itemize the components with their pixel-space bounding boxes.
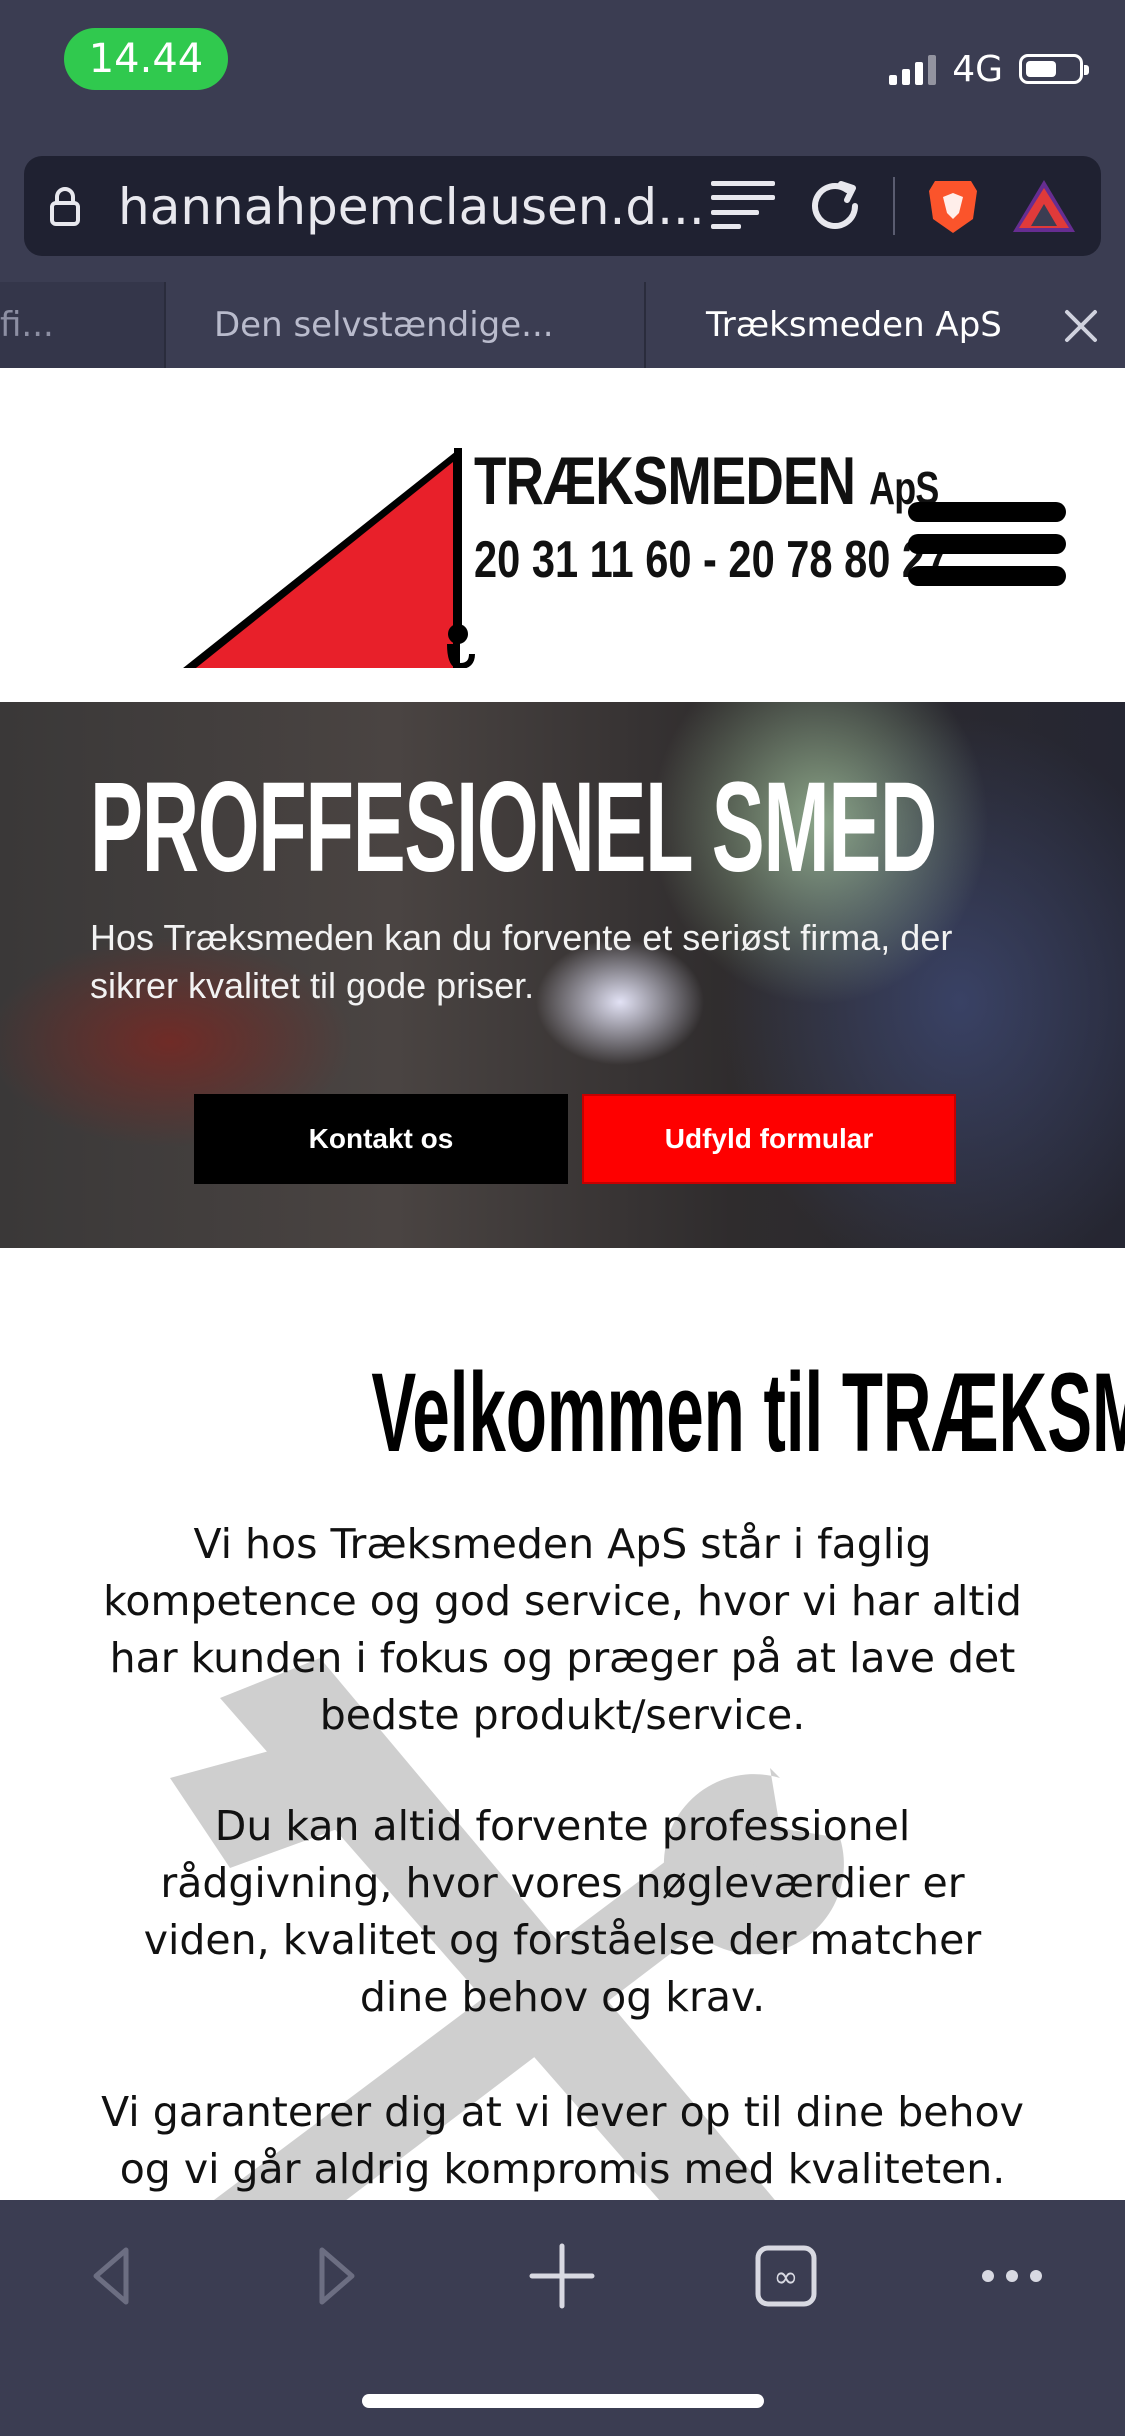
- signal-icon: [889, 53, 937, 85]
- forward-icon[interactable]: [296, 2236, 376, 2316]
- phone-numbers[interactable]: 20 31 11 60 - 20 78 80 27: [474, 530, 948, 590]
- welcome-paragraph-2: Du kan altid forvente professionel rådgi…: [143, 1802, 982, 2021]
- site-header: TRÆKSMEDEN ApS 20 31 11 60 - 20 78 80 27: [0, 368, 1125, 702]
- tab-item-active[interactable]: Træksmeden ApS: [646, 282, 1125, 368]
- welcome-paragraph-3: Vi garanterer dig at vi lever op til din…: [101, 2088, 1024, 2193]
- new-tab-icon[interactable]: [522, 2236, 602, 2316]
- menu-icon[interactable]: [908, 502, 1066, 586]
- hero-banner: PROFFESIONEL SMED Hos Træksmeden kan du …: [0, 702, 1125, 1248]
- tab-label: Den selvstændige...: [214, 305, 554, 345]
- browser-chrome: 14.44 4G hannahpemclausen.d... fi... Den…: [0, 0, 1125, 368]
- tab-label: Træksmeden ApS: [706, 305, 1002, 345]
- brand-main: TRÆKSMEDEN: [474, 443, 856, 519]
- brave-shields-icon[interactable]: [925, 175, 981, 237]
- contact-button[interactable]: Kontakt os: [194, 1094, 568, 1184]
- reader-mode-icon[interactable]: [711, 179, 777, 233]
- welcome-title: Velkommen til TRÆKSMEDEN ApS: [371, 1350, 1125, 1475]
- lock-icon: [50, 187, 80, 226]
- brand-name: TRÆKSMEDEN ApS: [474, 442, 939, 520]
- brave-rewards-icon[interactable]: [1011, 178, 1077, 234]
- tabs-overview-icon[interactable]: ∞: [746, 2236, 826, 2316]
- back-icon[interactable]: [72, 2236, 152, 2316]
- welcome-paragraph-1: Vi hos Træksmeden ApS står i faglig komp…: [103, 1520, 1022, 1739]
- welcome-section: Velkommen til TRÆKSMEDEN ApS Vi hos Træk…: [0, 1248, 1125, 2200]
- more-options-icon[interactable]: [972, 2236, 1052, 2316]
- toolbar-divider: [893, 177, 895, 235]
- status-indicators: 4G: [889, 44, 1089, 94]
- url-text[interactable]: hannahpemclausen.d...: [118, 178, 705, 236]
- address-bar[interactable]: hannahpemclausen.d...: [24, 156, 1101, 256]
- tab-label: fi...: [0, 305, 54, 345]
- hero-title: PROFFESIONEL SMED: [90, 756, 937, 899]
- hero-subtitle: Hos Træksmeden kan du forvente et seriøs…: [90, 917, 953, 1006]
- form-button[interactable]: Udfyld formular: [582, 1094, 956, 1184]
- network-type: 4G: [952, 48, 1003, 90]
- status-time: 14.44: [64, 28, 228, 90]
- tab-item[interactable]: Den selvstændige...: [166, 282, 646, 368]
- tab-item[interactable]: fi...: [0, 282, 166, 368]
- home-indicator[interactable]: [362, 2394, 764, 2408]
- battery-icon: [1019, 54, 1089, 84]
- svg-text:∞: ∞: [774, 2260, 799, 2295]
- close-icon[interactable]: [1061, 306, 1101, 346]
- reload-icon[interactable]: [807, 178, 863, 234]
- tab-strip: fi... Den selvstændige... Træksmeden ApS: [0, 282, 1125, 368]
